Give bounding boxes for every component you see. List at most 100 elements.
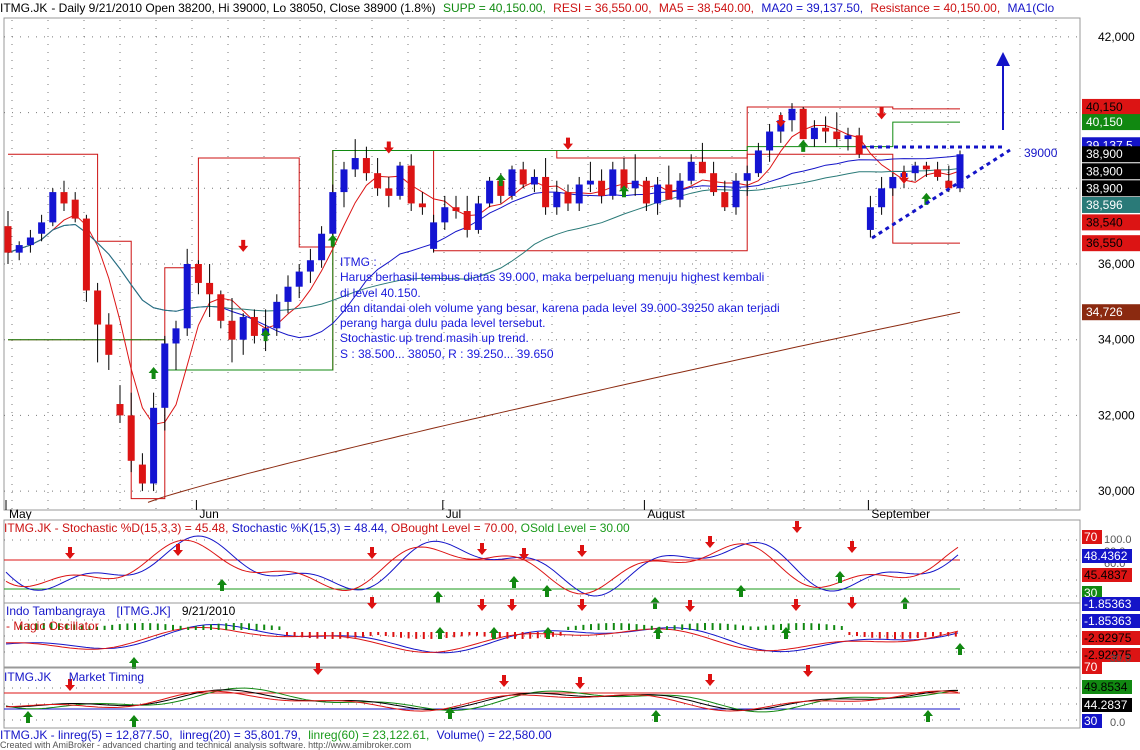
stoch-sell-arrow — [477, 543, 487, 555]
stoch-sell-arrow — [792, 521, 802, 533]
candle-body — [273, 301, 281, 329]
osc-histogram-bar — [126, 623, 129, 630]
candle-body — [855, 135, 863, 155]
osc-histogram-bar — [666, 626, 668, 630]
osc-histogram-bar — [286, 632, 288, 636]
osc-histogram-bar — [172, 624, 174, 630]
buy-arrow — [148, 366, 159, 379]
ticker-title: ITMG.JK — [0, 1, 48, 15]
price-label-text: 38,900 — [1086, 164, 1123, 178]
osc-histogram-bar — [582, 624, 585, 630]
osc-histogram-bar — [346, 632, 349, 639]
candle-body — [374, 173, 382, 189]
osc-histogram-bar — [749, 626, 752, 630]
candle-body — [754, 150, 762, 174]
osc-value-text: -1.85363 — [1084, 614, 1132, 628]
candle-body — [407, 165, 415, 204]
candle-body — [474, 203, 482, 230]
osc-histogram-bar — [612, 623, 615, 630]
stoch-buy-arrow — [433, 591, 443, 603]
y-tick-label: 32,000 — [1098, 408, 1135, 422]
price-label-text: 36,550 — [1086, 236, 1123, 250]
osc-histogram-bar — [369, 632, 372, 636]
candle-body — [564, 192, 572, 204]
candle-body — [239, 316, 247, 340]
x-tick-label: May — [9, 507, 32, 521]
stoch-axis-label: 100.0 — [1104, 534, 1132, 546]
osc-histogram-bar — [217, 623, 220, 630]
candle-body — [228, 320, 236, 340]
osc-histogram-bar — [316, 632, 319, 639]
company-name: Indo Tambangraya — [6, 604, 106, 618]
stoch-sell-arrow — [173, 544, 183, 556]
osc-histogram-bar — [704, 623, 706, 630]
osc-histogram-bar — [194, 626, 197, 630]
candle-body — [934, 169, 942, 177]
candle-body — [329, 192, 337, 234]
candle-body — [452, 207, 460, 212]
osc-sell-arrow — [577, 599, 587, 611]
osc-value-text: -2.92975 — [1084, 631, 1132, 645]
osc-histogram-bar — [795, 623, 798, 630]
sell-arrow — [238, 239, 249, 252]
ma20-value: MA20 = 39,137.50, — [761, 1, 864, 15]
osc-histogram-bar — [947, 632, 950, 636]
candle-body — [866, 207, 874, 230]
candle-body — [553, 192, 561, 208]
osc-histogram-bar — [909, 632, 912, 639]
x-tick-label: Jul — [446, 507, 461, 521]
osc-histogram-bar — [628, 623, 630, 630]
osc-histogram-bar — [529, 632, 532, 639]
price-label-text: 38,900 — [1086, 181, 1123, 195]
candle-body — [284, 286, 292, 302]
market-timing-red — [5, 690, 959, 712]
candle-body — [631, 180, 639, 189]
target-arrow-head — [996, 52, 1010, 66]
candle-body — [676, 180, 684, 200]
stoch-buy-arrow — [736, 585, 746, 597]
osc-histogram-bar — [111, 624, 114, 630]
stoch-sell-arrow — [367, 547, 377, 559]
price-label-text: 40,150 — [1086, 100, 1123, 114]
buy-arrow — [798, 139, 809, 152]
candle-body — [911, 165, 919, 174]
osc-histogram-bar — [202, 625, 205, 630]
candle-body — [38, 222, 46, 234]
candle-body — [60, 192, 68, 204]
osc-histogram-bar — [833, 625, 836, 630]
sell-arrow — [876, 107, 887, 120]
osc-histogram-bar — [521, 632, 524, 639]
osc-axis-label: -30.0 — [1106, 653, 1131, 665]
osc-histogram-bar — [787, 623, 790, 630]
osc-histogram-bar — [825, 624, 828, 630]
candle-body — [306, 260, 314, 272]
stochastic-panel-header: ITMG.JK - Stochastic %D(15,3,3) = 45.48,… — [4, 521, 630, 535]
osc-histogram-bar — [103, 625, 106, 630]
candle-body — [598, 180, 606, 196]
candle-body — [833, 131, 841, 140]
mt-value-text: 30 — [1084, 714, 1098, 728]
ohlc-summary: - Daily 9/21/2010 Open 38200, Hi 39000, … — [51, 1, 436, 15]
osc-sell-arrow — [791, 599, 801, 611]
osc-histogram-bar — [590, 624, 592, 630]
osc-histogram-bar — [514, 632, 516, 639]
mt-axis-label: 0.0 — [1110, 717, 1125, 729]
osc-histogram-bar — [954, 632, 957, 637]
osc-histogram-bar — [476, 632, 478, 636]
osc-histogram-bar — [688, 623, 691, 630]
candle-body — [206, 282, 214, 295]
panel-date: 9/21/2010 — [181, 604, 236, 618]
osc-histogram-bar — [863, 632, 866, 637]
osc-sell-arrow — [685, 600, 695, 612]
mt-buy-arrow — [23, 711, 33, 723]
osc-histogram-bar — [886, 632, 889, 639]
osc-histogram-bar — [635, 624, 638, 630]
candle-body — [217, 294, 225, 321]
candle-body — [486, 180, 494, 204]
osc-histogram-bar — [141, 623, 144, 630]
osc-sell-arrow — [847, 597, 857, 609]
candle-body — [441, 207, 449, 223]
osc-histogram-bar — [696, 623, 699, 630]
candle-body — [530, 176, 538, 185]
candle-body — [575, 184, 583, 204]
